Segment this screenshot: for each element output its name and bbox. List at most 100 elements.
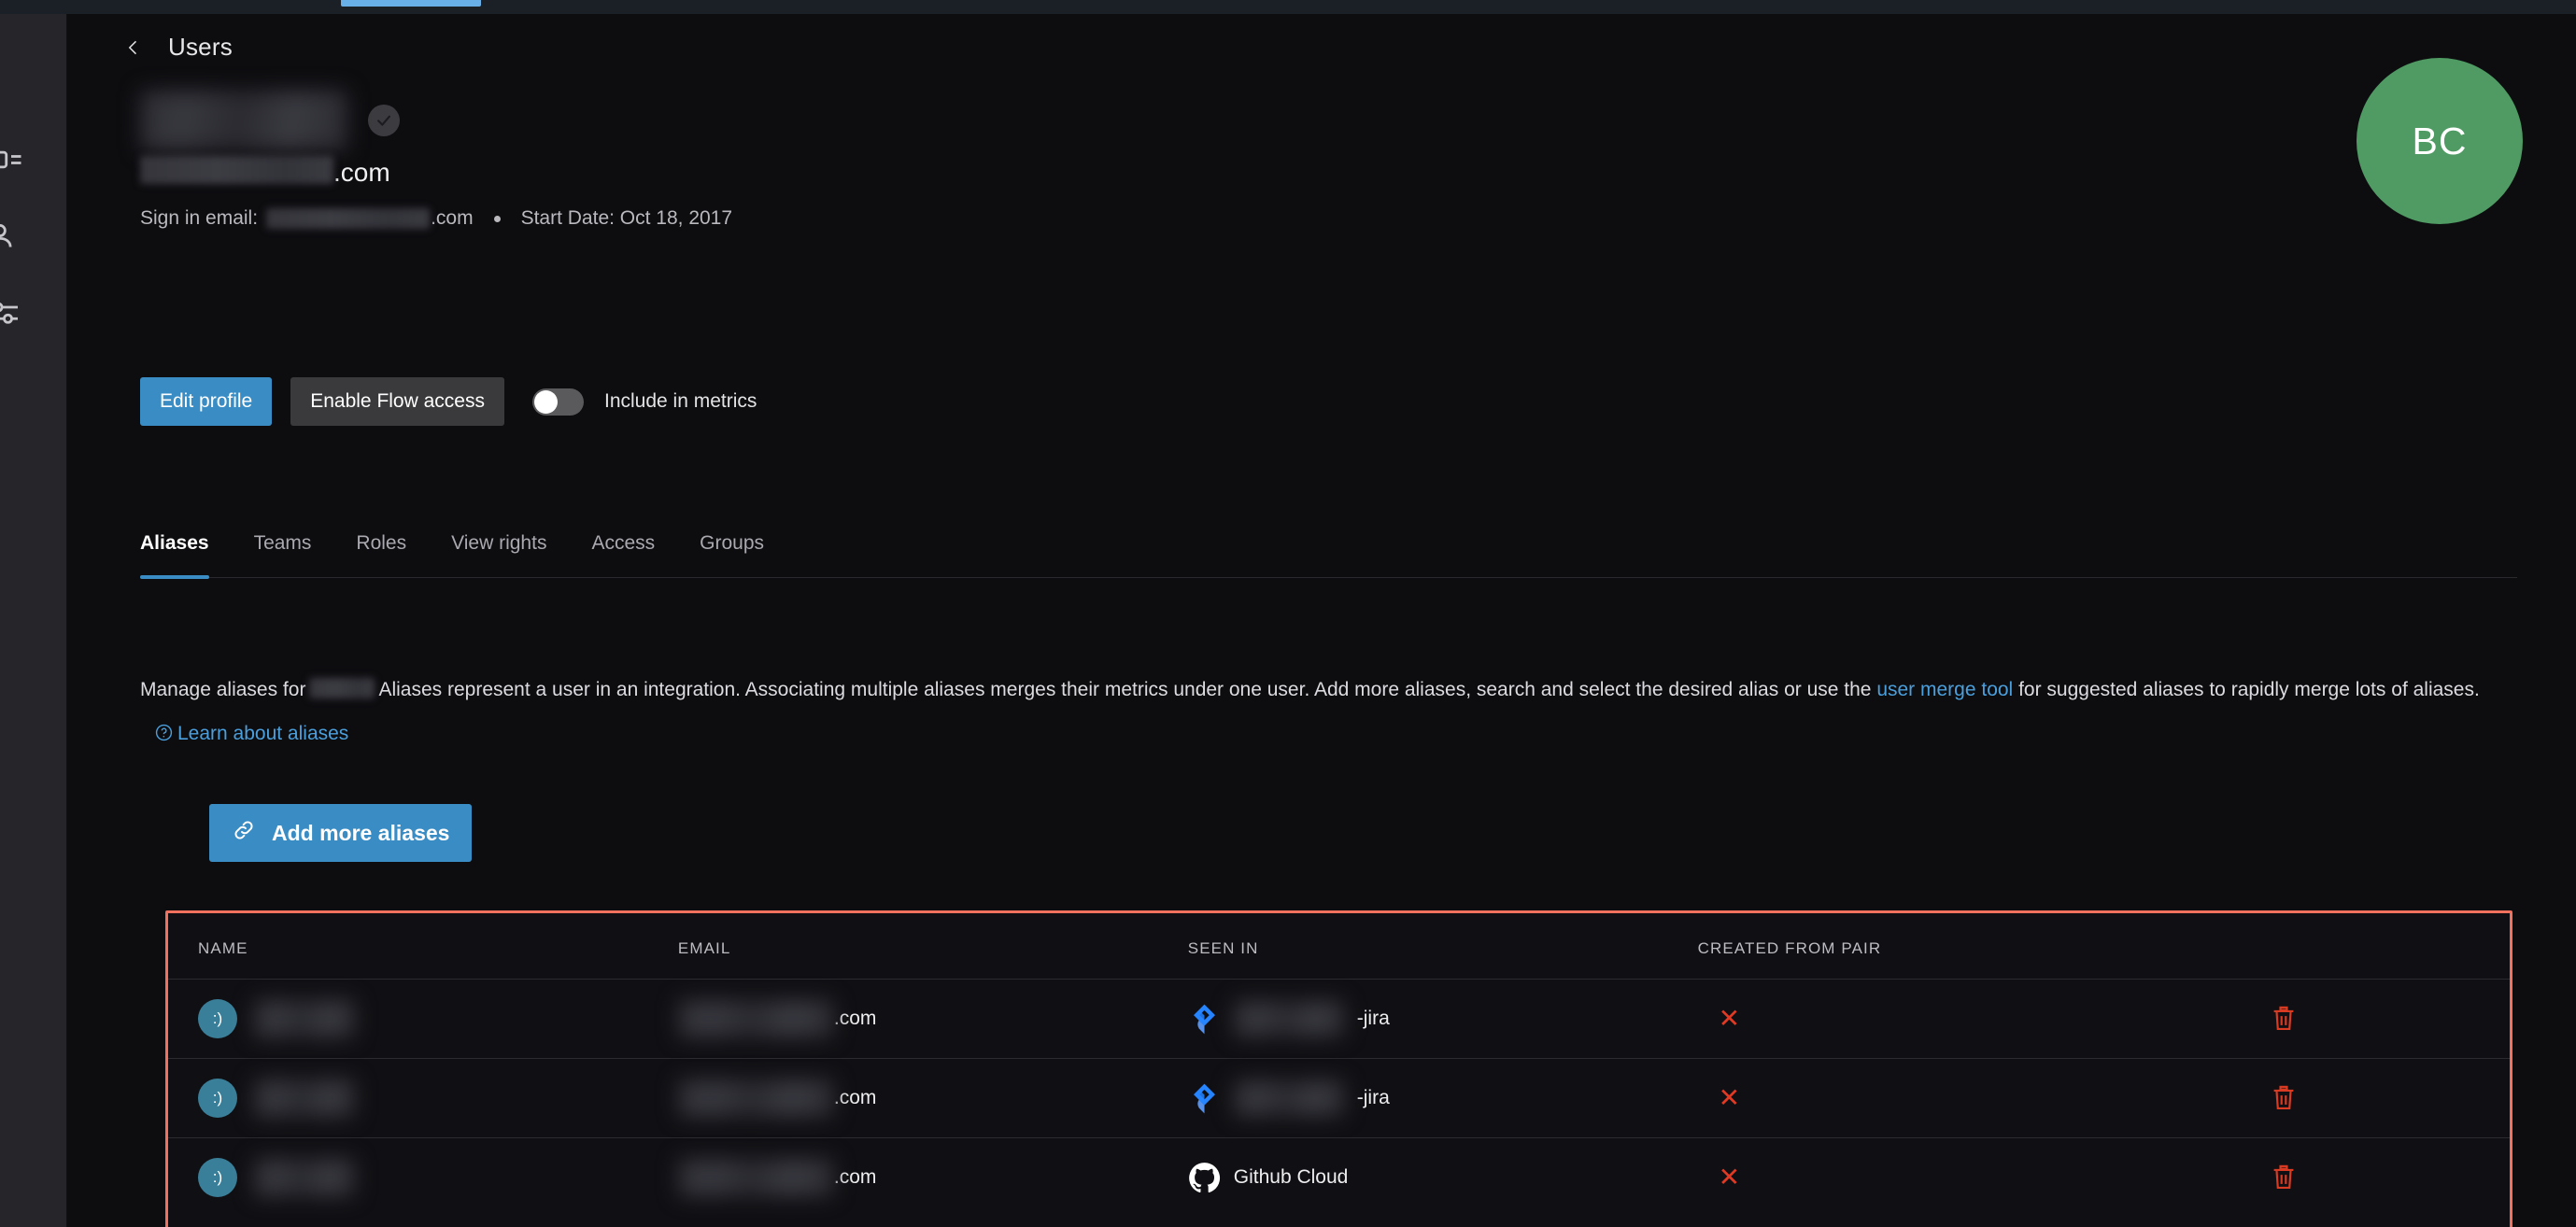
x-icon: ✕	[1718, 1083, 1741, 1112]
include-in-metrics-toggle[interactable]	[531, 388, 584, 416]
alias-seen-in-redacted	[1233, 1080, 1344, 1116]
link-chain-icon	[232, 818, 256, 848]
table-header-row: NAME EMAIL SEEN IN CREATED FROM PAIR	[168, 913, 2510, 980]
profile-meta-row: Sign in email: .com Start Date: Oct 18, …	[140, 207, 732, 230]
trash-icon[interactable]	[2271, 1164, 2297, 1192]
people-icon[interactable]	[0, 218, 24, 257]
alias-delete-cell	[2245, 1084, 2510, 1112]
column-header-email: EMAIL	[677, 913, 1188, 980]
sign-in-email-label: Sign in email:	[140, 207, 259, 229]
alias-avatar-text: :)	[212, 1009, 223, 1027]
alias-email-cell: .com	[677, 1079, 1188, 1117]
tab-roles[interactable]: Roles	[356, 532, 406, 577]
alias-name-cell: :)	[168, 1079, 678, 1118]
active-tab-accent	[341, 0, 481, 7]
app-root: Users .com Sign in email: .com Start Dat…	[0, 0, 2576, 1227]
github-icon	[1188, 1162, 1221, 1194]
column-header-created-from-pair: CREATED FROM PAIR	[1697, 913, 2245, 980]
user-merge-tool-link[interactable]: user merge tool	[1876, 679, 2013, 700]
alias-avatar-text: :)	[212, 1168, 223, 1187]
include-in-metrics-control: Include in metrics	[531, 388, 757, 416]
left-nav-rail	[0, 14, 67, 1227]
alias-seen-in-cell: Github Cloud	[1188, 1162, 1698, 1194]
include-in-metrics-label: Include in metrics	[603, 390, 757, 412]
sign-in-email-tld: .com	[431, 207, 474, 229]
avatar-initials: BC	[2412, 119, 2468, 162]
alias-avatar: :)	[198, 1158, 237, 1198]
profile-identity: .com Sign in email: .com Start Date: Oct…	[140, 91, 732, 230]
add-more-aliases-label: Add more aliases	[272, 820, 450, 845]
alias-created-from-pair-cell: ✕	[1698, 1006, 2245, 1032]
alias-delete-cell	[2245, 1164, 2510, 1192]
alias-name-redacted	[254, 1079, 355, 1117]
aliases-description: Manage aliases for Aliases represent a us…	[140, 668, 2524, 755]
start-date: Start Date: Oct 18, 2017	[520, 207, 733, 229]
alias-name-redacted	[254, 1159, 355, 1197]
tab-teams[interactable]: Teams	[254, 532, 312, 577]
settings-sliders-icon[interactable]	[0, 294, 24, 333]
alias-avatar: :)	[198, 999, 237, 1038]
alias-email-tld: .com	[833, 1166, 877, 1189]
alias-name-cell: :)	[168, 999, 678, 1038]
profile-handle-tld: .com	[333, 158, 390, 187]
sign-in-email-redacted	[266, 208, 431, 229]
edit-profile-button[interactable]: Edit profile	[140, 377, 273, 426]
profile-name-row	[140, 91, 732, 150]
browser-topbar	[0, 0, 2576, 14]
alias-email-redacted	[677, 1079, 833, 1117]
breadcrumb-label[interactable]: Users	[168, 33, 233, 62]
alias-email-tld: .com	[833, 1008, 877, 1029]
trash-icon[interactable]	[2271, 1005, 2297, 1033]
alias-seen-in-text: Github Cloud	[1233, 1166, 1349, 1189]
alias-delete-cell	[2245, 1005, 2510, 1033]
column-header-name: NAME	[168, 913, 678, 980]
alias-created-from-pair-cell: ✕	[1698, 1164, 2245, 1191]
alias-avatar: :)	[198, 1079, 237, 1118]
description-part-1: Manage aliases for	[140, 679, 306, 700]
learn-about-aliases-link[interactable]: Learn about aliases	[155, 723, 348, 744]
alias-email-redacted	[677, 1000, 833, 1037]
profile-tabs: Aliases Teams Roles View rights Access G…	[140, 532, 2517, 579]
x-icon: ✕	[1718, 1163, 1741, 1192]
description-redacted-name	[309, 678, 375, 698]
alias-seen-in-cell: -jira	[1188, 1001, 1698, 1037]
alias-seen-in-redacted	[1233, 1001, 1344, 1037]
meta-separator-dot	[493, 215, 501, 222]
alias-created-from-pair-cell: ✕	[1698, 1085, 2245, 1111]
tab-view-rights[interactable]: View rights	[451, 532, 546, 577]
column-header-actions	[2244, 913, 2510, 980]
alias-seen-in-suffix: -jira	[1356, 1008, 1390, 1029]
profile-handle-row: .com	[140, 156, 732, 187]
alias-email-tld: .com	[833, 1087, 877, 1108]
description-part-3: for suggested aliases to rapidly merge l…	[2018, 679, 2480, 700]
profile-handle-redacted	[140, 156, 333, 184]
tab-access[interactable]: Access	[591, 532, 655, 577]
chevron-left-icon[interactable]	[123, 34, 144, 62]
jira-icon	[1188, 1003, 1221, 1036]
alias-name-cell: :)	[168, 1158, 678, 1198]
enable-flow-access-button[interactable]: Enable Flow access	[290, 377, 504, 426]
toggle-knob	[533, 389, 558, 414]
alias-seen-in-suffix: -jira	[1356, 1087, 1390, 1108]
panel-layout-icon[interactable]	[0, 140, 24, 179]
breadcrumb: Users	[123, 33, 233, 62]
add-more-aliases-button[interactable]: Add more aliases	[209, 804, 473, 862]
alias-name-redacted	[254, 1000, 355, 1037]
jira-icon	[1188, 1082, 1221, 1115]
learn-about-aliases-label: Learn about aliases	[177, 723, 349, 744]
description-part-2: Aliases represent a user in an integrati…	[378, 679, 1872, 700]
table-row[interactable]: :) .com	[168, 979, 2510, 1059]
tab-aliases[interactable]: Aliases	[140, 532, 209, 579]
tab-groups[interactable]: Groups	[700, 532, 764, 577]
alias-email-cell: .com	[677, 1000, 1188, 1037]
alias-email-cell: .com	[677, 1159, 1188, 1197]
table-row[interactable]: :) .com	[168, 1138, 2510, 1218]
aliases-table: NAME EMAIL SEEN IN CREATED FROM PAIR :)	[165, 910, 2512, 1227]
trash-icon[interactable]	[2271, 1084, 2297, 1112]
column-header-seen-in: SEEN IN	[1187, 913, 1698, 980]
check-circle-icon	[368, 105, 400, 136]
main-content: Users .com Sign in email: .com Start Dat…	[67, 14, 2576, 1227]
alias-email-redacted	[677, 1159, 833, 1197]
alias-avatar-text: :)	[212, 1089, 223, 1107]
table-row[interactable]: :) .com	[168, 1058, 2510, 1138]
